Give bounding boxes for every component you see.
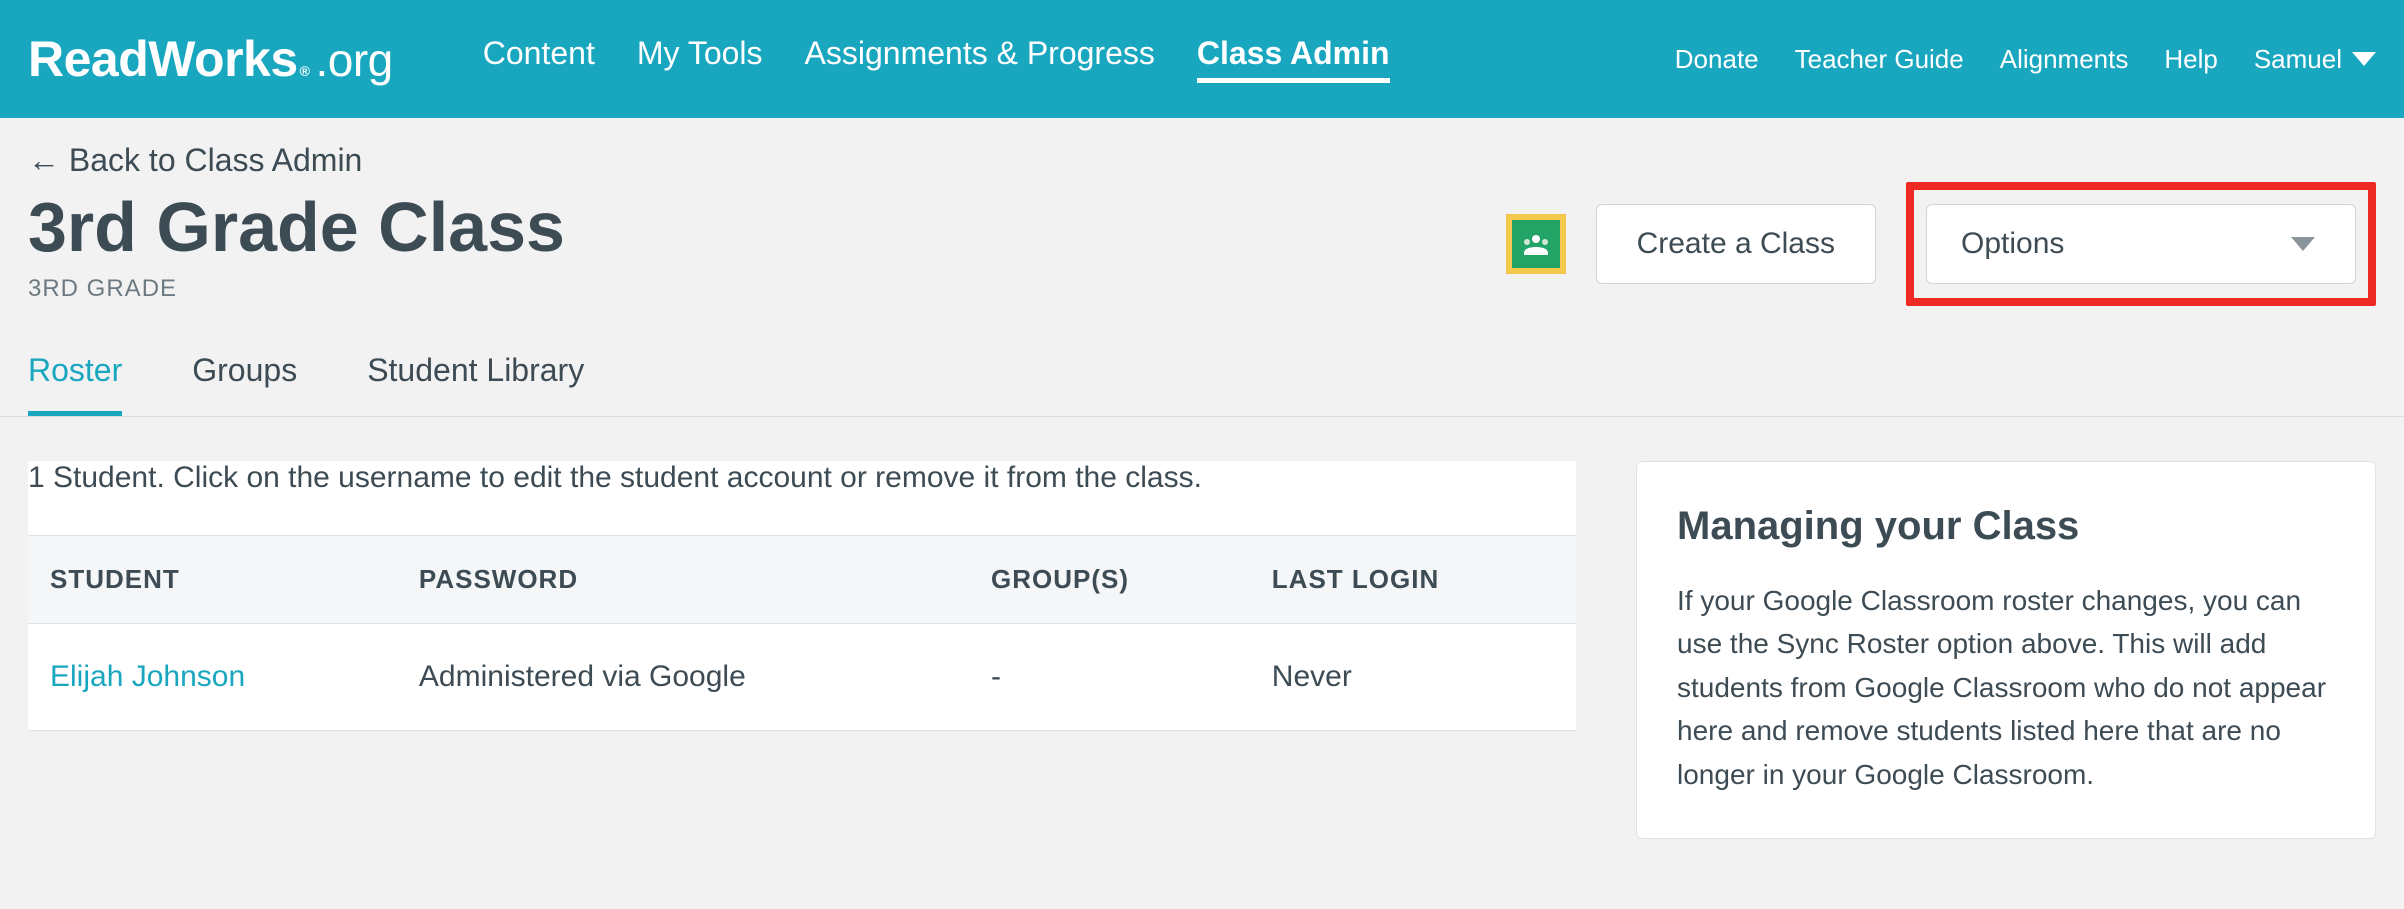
nav-content[interactable]: Content (483, 35, 595, 83)
tab-groups[interactable]: Groups (192, 352, 297, 416)
nav-class-admin[interactable]: Class Admin (1197, 35, 1390, 83)
options-label: Options (1961, 227, 2064, 261)
student-name-link[interactable]: Elijah Johnson (28, 624, 397, 731)
col-last-login: LAST LOGIN (1250, 536, 1576, 624)
classroom-people-icon (1521, 233, 1551, 255)
nav-donate[interactable]: Donate (1675, 44, 1759, 75)
managing-class-card: Managing your Class If your Google Class… (1636, 461, 2376, 839)
class-tabs: Roster Groups Student Library (0, 306, 2404, 417)
nav-assignments-progress[interactable]: Assignments & Progress (805, 35, 1155, 83)
page-header-actions: Create a Class Options (1506, 142, 2376, 306)
student-last-login: Never (1250, 624, 1576, 731)
roster-panel: 1 Student. Click on the username to edit… (28, 461, 1576, 731)
nav-alignments[interactable]: Alignments (2000, 44, 2129, 75)
class-grade-subtitle: 3RD GRADE (28, 275, 1466, 303)
user-menu[interactable]: Samuel (2254, 44, 2376, 75)
logo-text: ReadWorks (28, 30, 298, 88)
class-title: 3rd Grade Class (28, 191, 1466, 265)
options-highlight-box: Options (1906, 182, 2376, 306)
tab-roster[interactable]: Roster (28, 352, 122, 416)
col-groups: GROUP(S) (969, 536, 1250, 624)
table-row: Elijah Johnson Administered via Google -… (28, 624, 1576, 731)
top-nav: ReadWorks® .org Content My Tools Assignm… (0, 0, 2404, 118)
logo-org: .org (316, 33, 393, 87)
registered-mark: ® (300, 63, 310, 79)
main-nav: Content My Tools Assignments & Progress … (483, 35, 1390, 83)
managing-class-body: If your Google Classroom roster changes,… (1677, 579, 2335, 796)
page-header: ← Back to Class Admin 3rd Grade Class 3R… (0, 118, 2404, 306)
student-password: Administered via Google (397, 624, 969, 731)
create-class-button[interactable]: Create a Class (1596, 204, 1876, 284)
user-name: Samuel (2254, 44, 2342, 75)
managing-class-title: Managing your Class (1677, 504, 2335, 549)
secondary-nav: Donate Teacher Guide Alignments Help Sam… (1675, 44, 2376, 75)
google-classroom-icon[interactable] (1506, 214, 1566, 274)
nav-teacher-guide[interactable]: Teacher Guide (1795, 44, 1964, 75)
roster-table: STUDENT PASSWORD GROUP(S) LAST LOGIN Eli… (28, 535, 1576, 731)
page-header-left: ← Back to Class Admin 3rd Grade Class 3R… (28, 142, 1466, 303)
back-to-class-admin-link[interactable]: ← Back to Class Admin (28, 142, 362, 179)
chevron-down-icon (2352, 52, 2376, 66)
nav-help[interactable]: Help (2164, 44, 2217, 75)
col-student: STUDENT (28, 536, 397, 624)
col-password: PASSWORD (397, 536, 969, 624)
student-groups: - (969, 624, 1250, 731)
roster-header-row: STUDENT PASSWORD GROUP(S) LAST LOGIN (28, 536, 1576, 624)
options-dropdown[interactable]: Options (1926, 204, 2356, 284)
nav-my-tools[interactable]: My Tools (637, 35, 763, 83)
roster-help-text: 1 Student. Click on the username to edit… (28, 461, 1576, 495)
chevron-down-icon (2291, 237, 2315, 251)
body: 1 Student. Click on the username to edit… (0, 417, 2404, 839)
logo[interactable]: ReadWorks® .org (28, 30, 393, 88)
tab-student-library[interactable]: Student Library (367, 352, 584, 416)
